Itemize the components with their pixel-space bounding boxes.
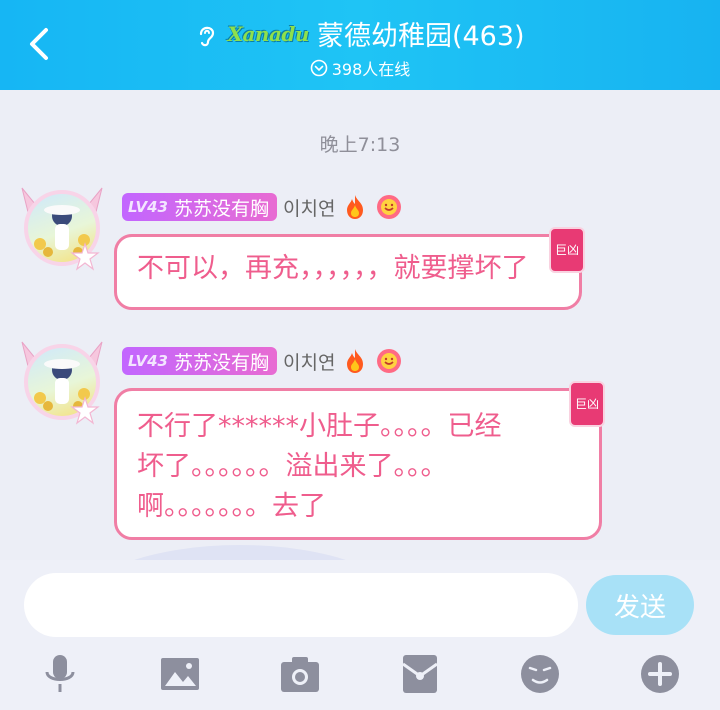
ear-icon[interactable]	[195, 20, 219, 48]
sender-meta: LV43 苏苏没有胸 이치연	[122, 192, 403, 222]
plus-icon[interactable]	[638, 652, 682, 696]
level-label: LV43	[128, 198, 168, 216]
red-packet-icon[interactable]	[398, 652, 442, 696]
camera-icon[interactable]	[278, 652, 322, 696]
message-text-line: 不行了******小肚子。。。。已经	[137, 411, 502, 442]
smile-flower-icon[interactable]	[375, 193, 403, 221]
sender-name: 苏苏没有胸	[173, 197, 269, 220]
online-count: 398人在线	[331, 60, 411, 79]
chat-header: Xanadu 蒙德幼稚园(463) 398人在线	[0, 0, 720, 90]
online-status[interactable]: 398人在线	[0, 56, 720, 81]
message-text-line: 啊。。。。。。。去了	[137, 491, 326, 522]
sender-name: 苏苏没有胸	[173, 351, 269, 374]
title-row: Xanadu 蒙德幼稚园(463)	[0, 14, 720, 54]
message-text-line: 坏了。。。。。。溢出来了。。。	[137, 451, 448, 482]
brand-logo: Xanadu	[227, 21, 309, 46]
level-badge[interactable]: LV43 苏苏没有胸	[122, 193, 277, 221]
star-icon	[70, 396, 100, 425]
level-badge[interactable]: LV43 苏苏没有胸	[122, 347, 277, 375]
star-icon	[70, 242, 100, 271]
bubble-corner-tag: 巨凶	[568, 381, 605, 427]
member-tag: 이치연	[283, 197, 336, 220]
fire-icon[interactable]	[341, 193, 369, 221]
message-input[interactable]	[24, 573, 578, 637]
avatar[interactable]	[18, 184, 106, 272]
message-text: 不可以，再充，，，，，，就要撑坏了	[137, 253, 529, 284]
member-tag: 이치연	[283, 351, 336, 374]
message-timestamp: 晚上7:13	[319, 134, 401, 156]
page-title[interactable]: 蒙德幼稚园(463)	[317, 14, 525, 53]
microphone-icon[interactable]	[38, 652, 82, 696]
message-bubble[interactable]: 不行了******小肚子。。。。已经 坏了。。。。。。溢出来了。。。 啊。。。。…	[114, 381, 605, 540]
avatar[interactable]	[18, 338, 106, 426]
input-toolbar	[0, 652, 720, 696]
send-button[interactable]: 发送	[586, 575, 694, 635]
sender-meta: LV43 苏苏没有胸 이치연	[122, 346, 403, 376]
smile-flower-icon[interactable]	[375, 347, 403, 375]
emoji-icon[interactable]	[518, 652, 562, 696]
chevron-down-circle-icon	[310, 59, 328, 77]
bubble-corner-tag: 巨凶	[548, 227, 585, 273]
level-label: LV43	[128, 352, 168, 370]
input-bar: 发送	[0, 560, 720, 710]
fire-icon[interactable]	[341, 347, 369, 375]
message-bubble[interactable]: 不可以，再充，，，，，，就要撑坏了 巨凶	[114, 227, 585, 310]
image-icon[interactable]	[158, 652, 202, 696]
